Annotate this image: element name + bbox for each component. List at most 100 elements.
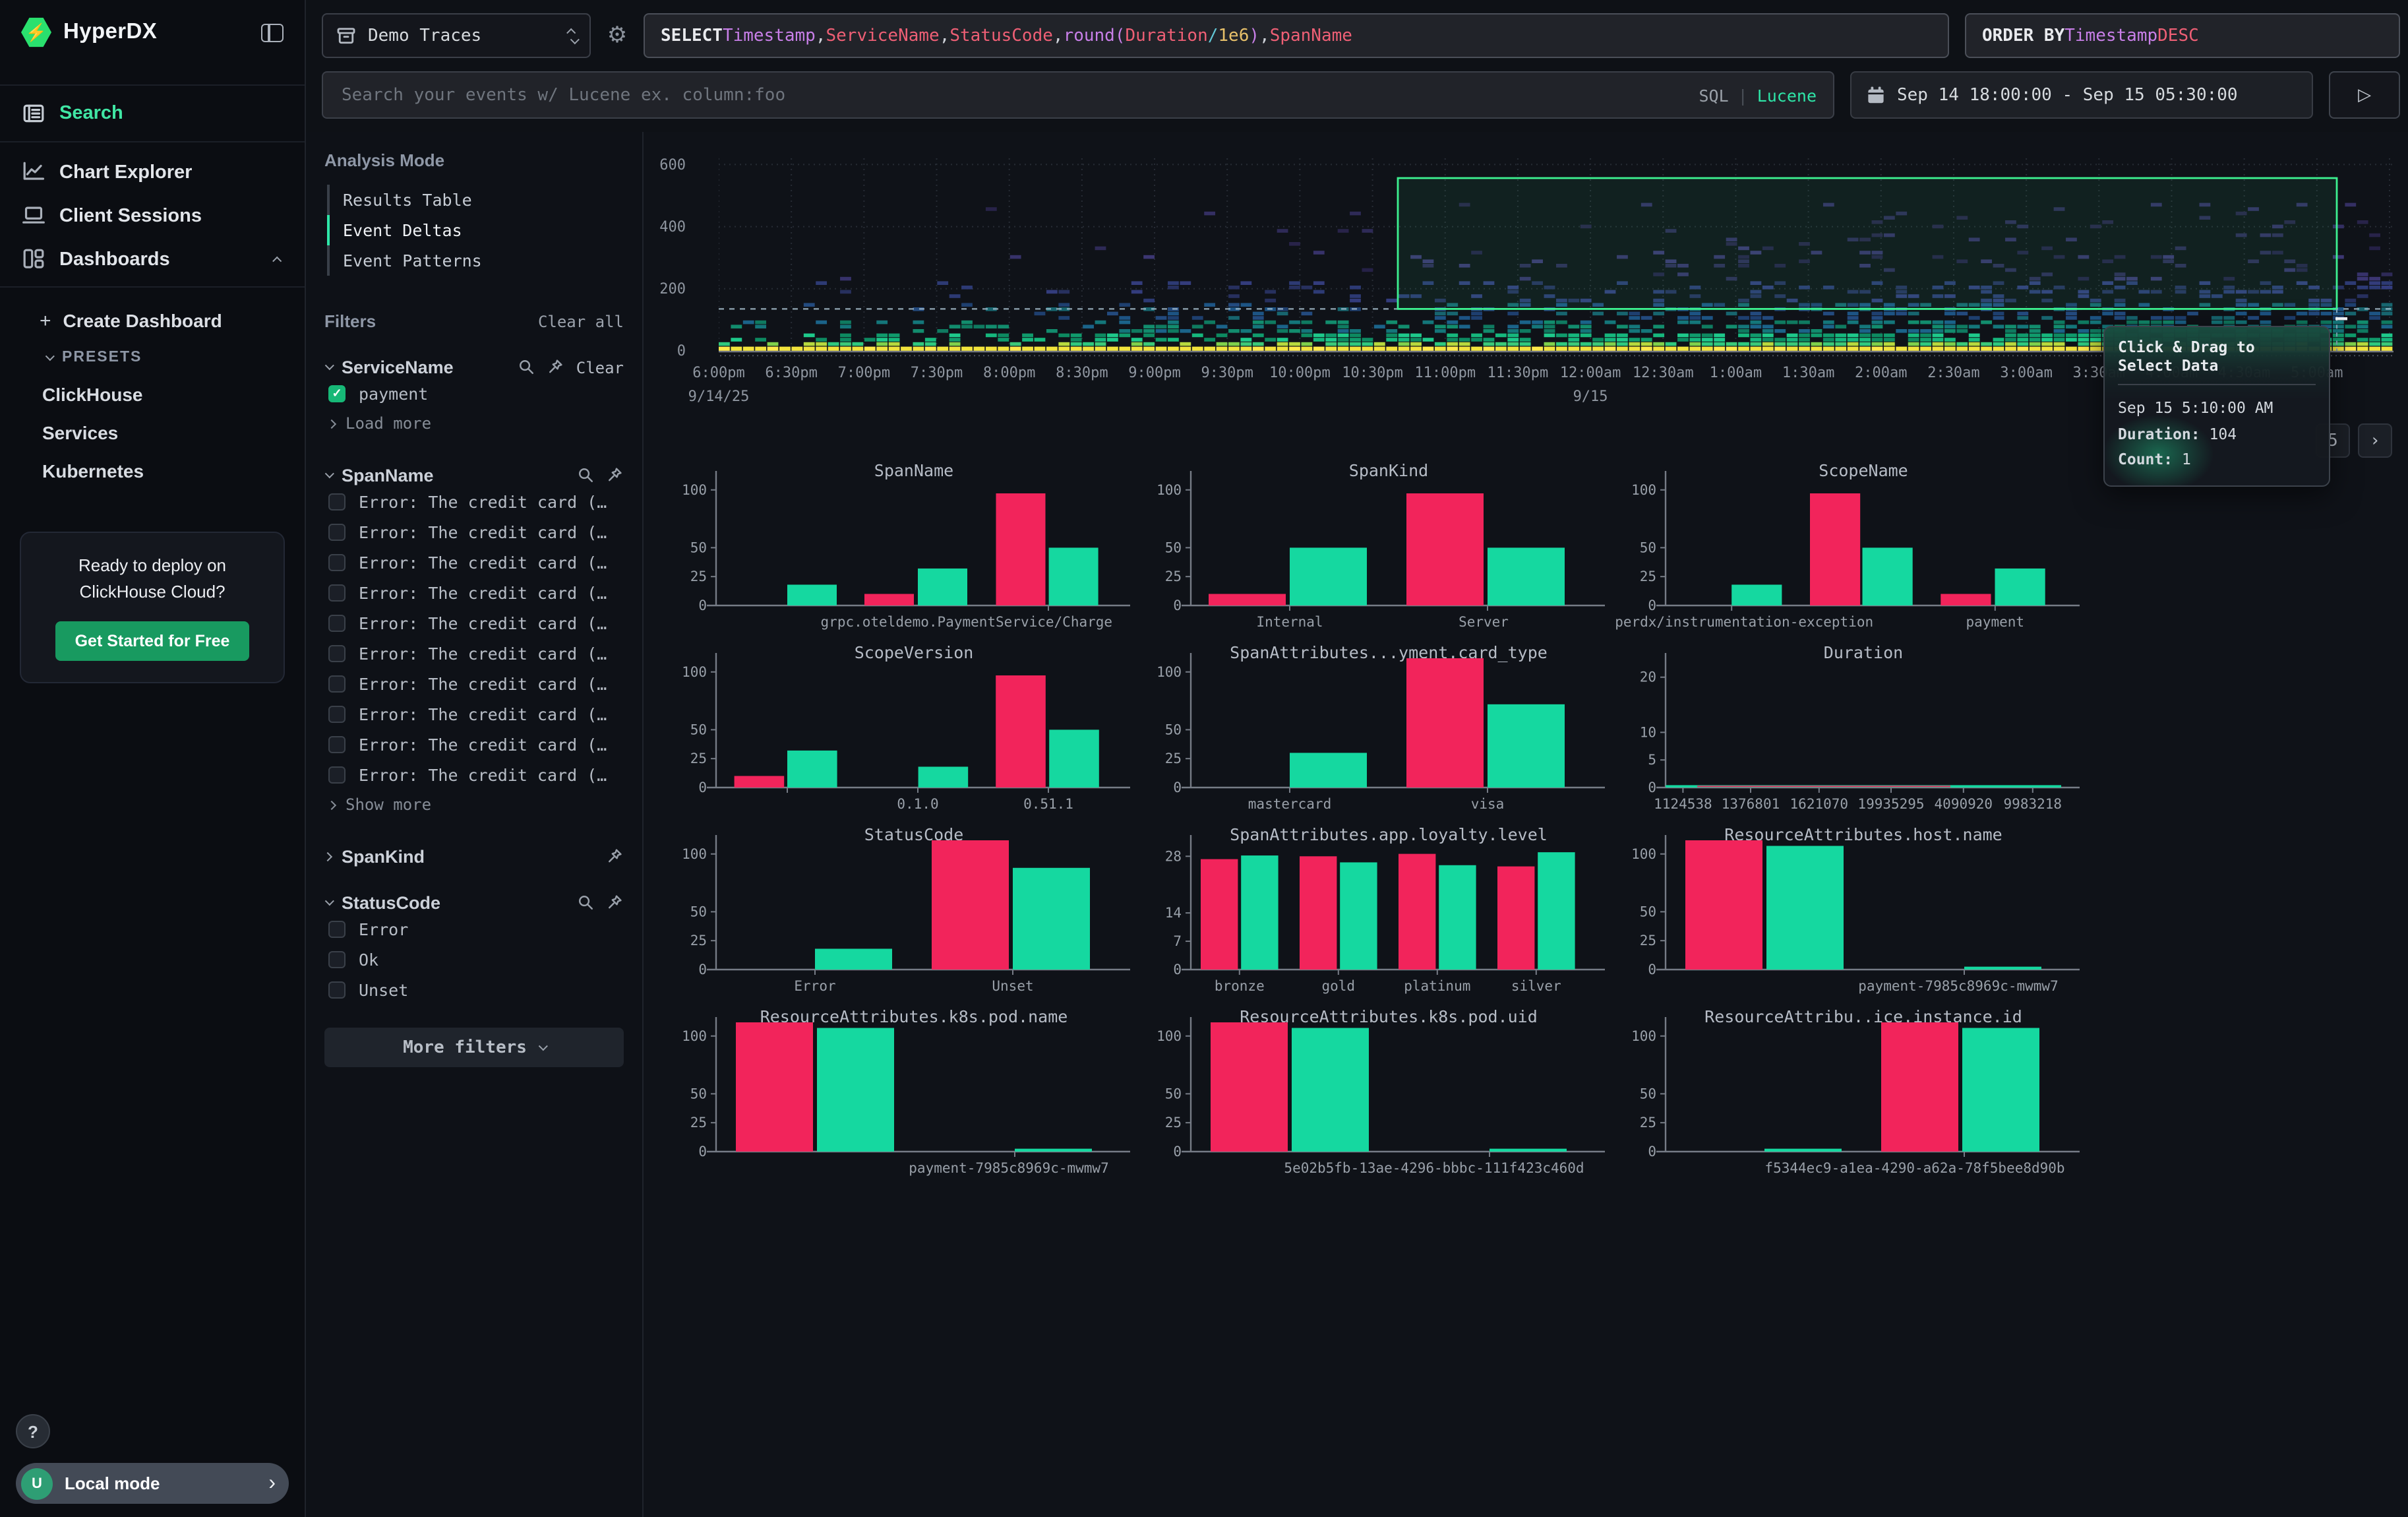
svg-text:25: 25: [690, 569, 707, 584]
pin-icon[interactable]: [607, 467, 624, 484]
pin-icon[interactable]: [607, 848, 624, 865]
x-axis-label: 11:00pm: [1414, 364, 1476, 381]
filter-group-icons: [578, 894, 624, 912]
x-axis-label: 9:00pm: [1128, 364, 1181, 381]
sql-toggle[interactable]: SQL: [1699, 85, 1728, 105]
checkbox[interactable]: [328, 584, 346, 602]
checkbox[interactable]: [328, 554, 346, 571]
x-axis-label: 7:30pm: [911, 364, 963, 381]
filter-option-label: Ok: [359, 950, 378, 970]
dashboard-grid-icon: [22, 248, 45, 270]
filter-option[interactable]: Error: The credit card (…: [328, 700, 624, 728]
presets-toggle[interactable]: PRESETS: [0, 340, 305, 375]
search-icon[interactable]: [578, 894, 595, 912]
run-query-button[interactable]: ▷: [2329, 71, 2400, 119]
checkbox[interactable]: [328, 766, 346, 784]
filter-option[interactable]: Error: [328, 915, 624, 943]
sidebar-item-chart-explorer[interactable]: Chart Explorer: [0, 150, 305, 194]
preset-kubernetes[interactable]: Kubernetes: [0, 451, 305, 489]
filter-group-name[interactable]: ServiceName: [342, 357, 454, 377]
checkbox[interactable]: [328, 615, 346, 632]
sql-select-editor[interactable]: SELECT Timestamp, ServiceName, StatusCod…: [644, 13, 1949, 58]
filter-option[interactable]: Error: The credit card (…: [328, 609, 624, 637]
filter-option[interactable]: Error: The credit card (…: [328, 488, 624, 516]
collapse-sidebar-icon[interactable]: [261, 23, 284, 42]
checkbox[interactable]: ✓: [328, 385, 346, 402]
sidebar-item-client-sessions[interactable]: Client Sessions: [0, 194, 305, 237]
svg-text:payment: payment: [1966, 614, 2025, 630]
next-page-button[interactable]: ›: [2358, 423, 2392, 458]
preset-clickhouse[interactable]: ClickHouse: [0, 375, 305, 413]
source-select[interactable]: Demo Traces: [322, 13, 591, 58]
lucene-toggle[interactable]: Lucene: [1757, 85, 1817, 105]
clear-all-button[interactable]: Clear all: [538, 312, 624, 330]
svg-text:50: 50: [690, 904, 707, 919]
checkbox[interactable]: [328, 524, 346, 541]
preset-services[interactable]: Services: [0, 413, 305, 451]
filter-group-name[interactable]: SpanName: [342, 466, 434, 485]
checkbox[interactable]: [328, 493, 346, 511]
svg-text:ResourceAttribu..ice.instance.: ResourceAttribu..ice.instance.id: [1704, 1007, 2022, 1026]
select-caret-icon: [570, 27, 576, 44]
load-more-button[interactable]: Load more: [328, 408, 624, 439]
filter-option[interactable]: Error: The credit card (…: [328, 761, 624, 789]
gear-icon[interactable]: ⚙: [591, 13, 644, 58]
svg-text:1376801: 1376801: [1722, 796, 1780, 812]
chart-svg: ResourceAttribu..ice.instance.id02550100…: [1615, 1001, 2090, 1183]
calendar-icon: [1865, 85, 1885, 105]
filter-option[interactable]: Error: The credit card (…: [328, 670, 624, 698]
selection-box[interactable]: [1398, 178, 2337, 309]
get-started-button[interactable]: Get Started for Free: [55, 622, 250, 662]
footer-label: Load more: [346, 414, 431, 433]
order-by-editor[interactable]: ORDER BY Timestamp DESC: [1965, 13, 2400, 58]
filter-option[interactable]: Error: The credit card (…: [328, 640, 624, 667]
checkbox[interactable]: [328, 981, 346, 999]
filter-option[interactable]: Error: The credit card (…: [328, 731, 624, 758]
mode-event-deltas[interactable]: Event Deltas: [327, 215, 624, 245]
pin-icon[interactable]: [547, 359, 564, 376]
svg-text:ResourceAttributes.host.name: ResourceAttributes.host.name: [1724, 825, 2002, 844]
search-input[interactable]: [339, 84, 1685, 106]
chart-svg: ResourceAttributes.k8s.pod.name02550100p…: [666, 1001, 1141, 1183]
avatar: U: [21, 1468, 53, 1499]
chevron-right-icon: [327, 419, 336, 428]
local-mode-button[interactable]: U Local mode ›: [16, 1463, 289, 1504]
pin-icon[interactable]: [607, 894, 624, 912]
search-icon[interactable]: [518, 359, 535, 376]
filter-group-name[interactable]: StatusCode: [342, 893, 440, 913]
svg-text:0: 0: [1173, 1144, 1182, 1160]
checkbox[interactable]: [328, 921, 346, 938]
filter-option[interactable]: Error: The credit card (…: [328, 579, 624, 607]
svg-text:0: 0: [698, 1144, 707, 1160]
show-more-button[interactable]: Show more: [328, 789, 624, 820]
search-icon[interactable]: [578, 467, 595, 484]
time-range-picker[interactable]: Sep 14 18:00:00 - Sep 15 05:30:00: [1850, 71, 2313, 119]
mode-event-patterns[interactable]: Event Patterns: [327, 245, 624, 276]
filter-option[interactable]: Ok: [328, 946, 624, 974]
filter-option-label: Error: The credit card (…: [359, 765, 607, 785]
create-dashboard-button[interactable]: + Create Dashboard: [0, 301, 305, 340]
sidebar-item-dashboards[interactable]: Dashboards: [0, 237, 305, 281]
clear-filter-button[interactable]: Clear: [576, 358, 624, 377]
help-button[interactable]: ?: [16, 1414, 50, 1448]
checkbox[interactable]: [328, 951, 346, 968]
sidebar-item-search[interactable]: Search: [0, 86, 305, 141]
svg-text:50: 50: [690, 540, 707, 555]
mini-chart-statuscode: StatusCode02550100ErrorUnset: [666, 819, 1141, 1001]
filter-option[interactable]: Error: The credit card (…: [328, 549, 624, 576]
filter-option[interactable]: Unset: [328, 976, 624, 1004]
filter-option[interactable]: Error: The credit card (…: [328, 518, 624, 546]
mode-results-table[interactable]: Results Table: [327, 185, 624, 215]
checkbox[interactable]: [328, 645, 346, 662]
more-filters-button[interactable]: More filters: [324, 1028, 624, 1067]
checkbox[interactable]: [328, 706, 346, 723]
sql-token: ,: [1053, 26, 1064, 46]
create-dashboard-label: Create Dashboard: [63, 310, 222, 331]
checkbox[interactable]: [328, 736, 346, 753]
svg-text:0: 0: [1173, 780, 1182, 795]
filter-option[interactable]: ✓payment: [328, 380, 624, 408]
filter-group-name[interactable]: SpanKind: [342, 847, 425, 867]
filter-group-icons: Clear: [518, 358, 624, 377]
tooltip-timestamp: Sep 15 5:10:00 AM: [2118, 396, 2316, 421]
checkbox[interactable]: [328, 675, 346, 693]
